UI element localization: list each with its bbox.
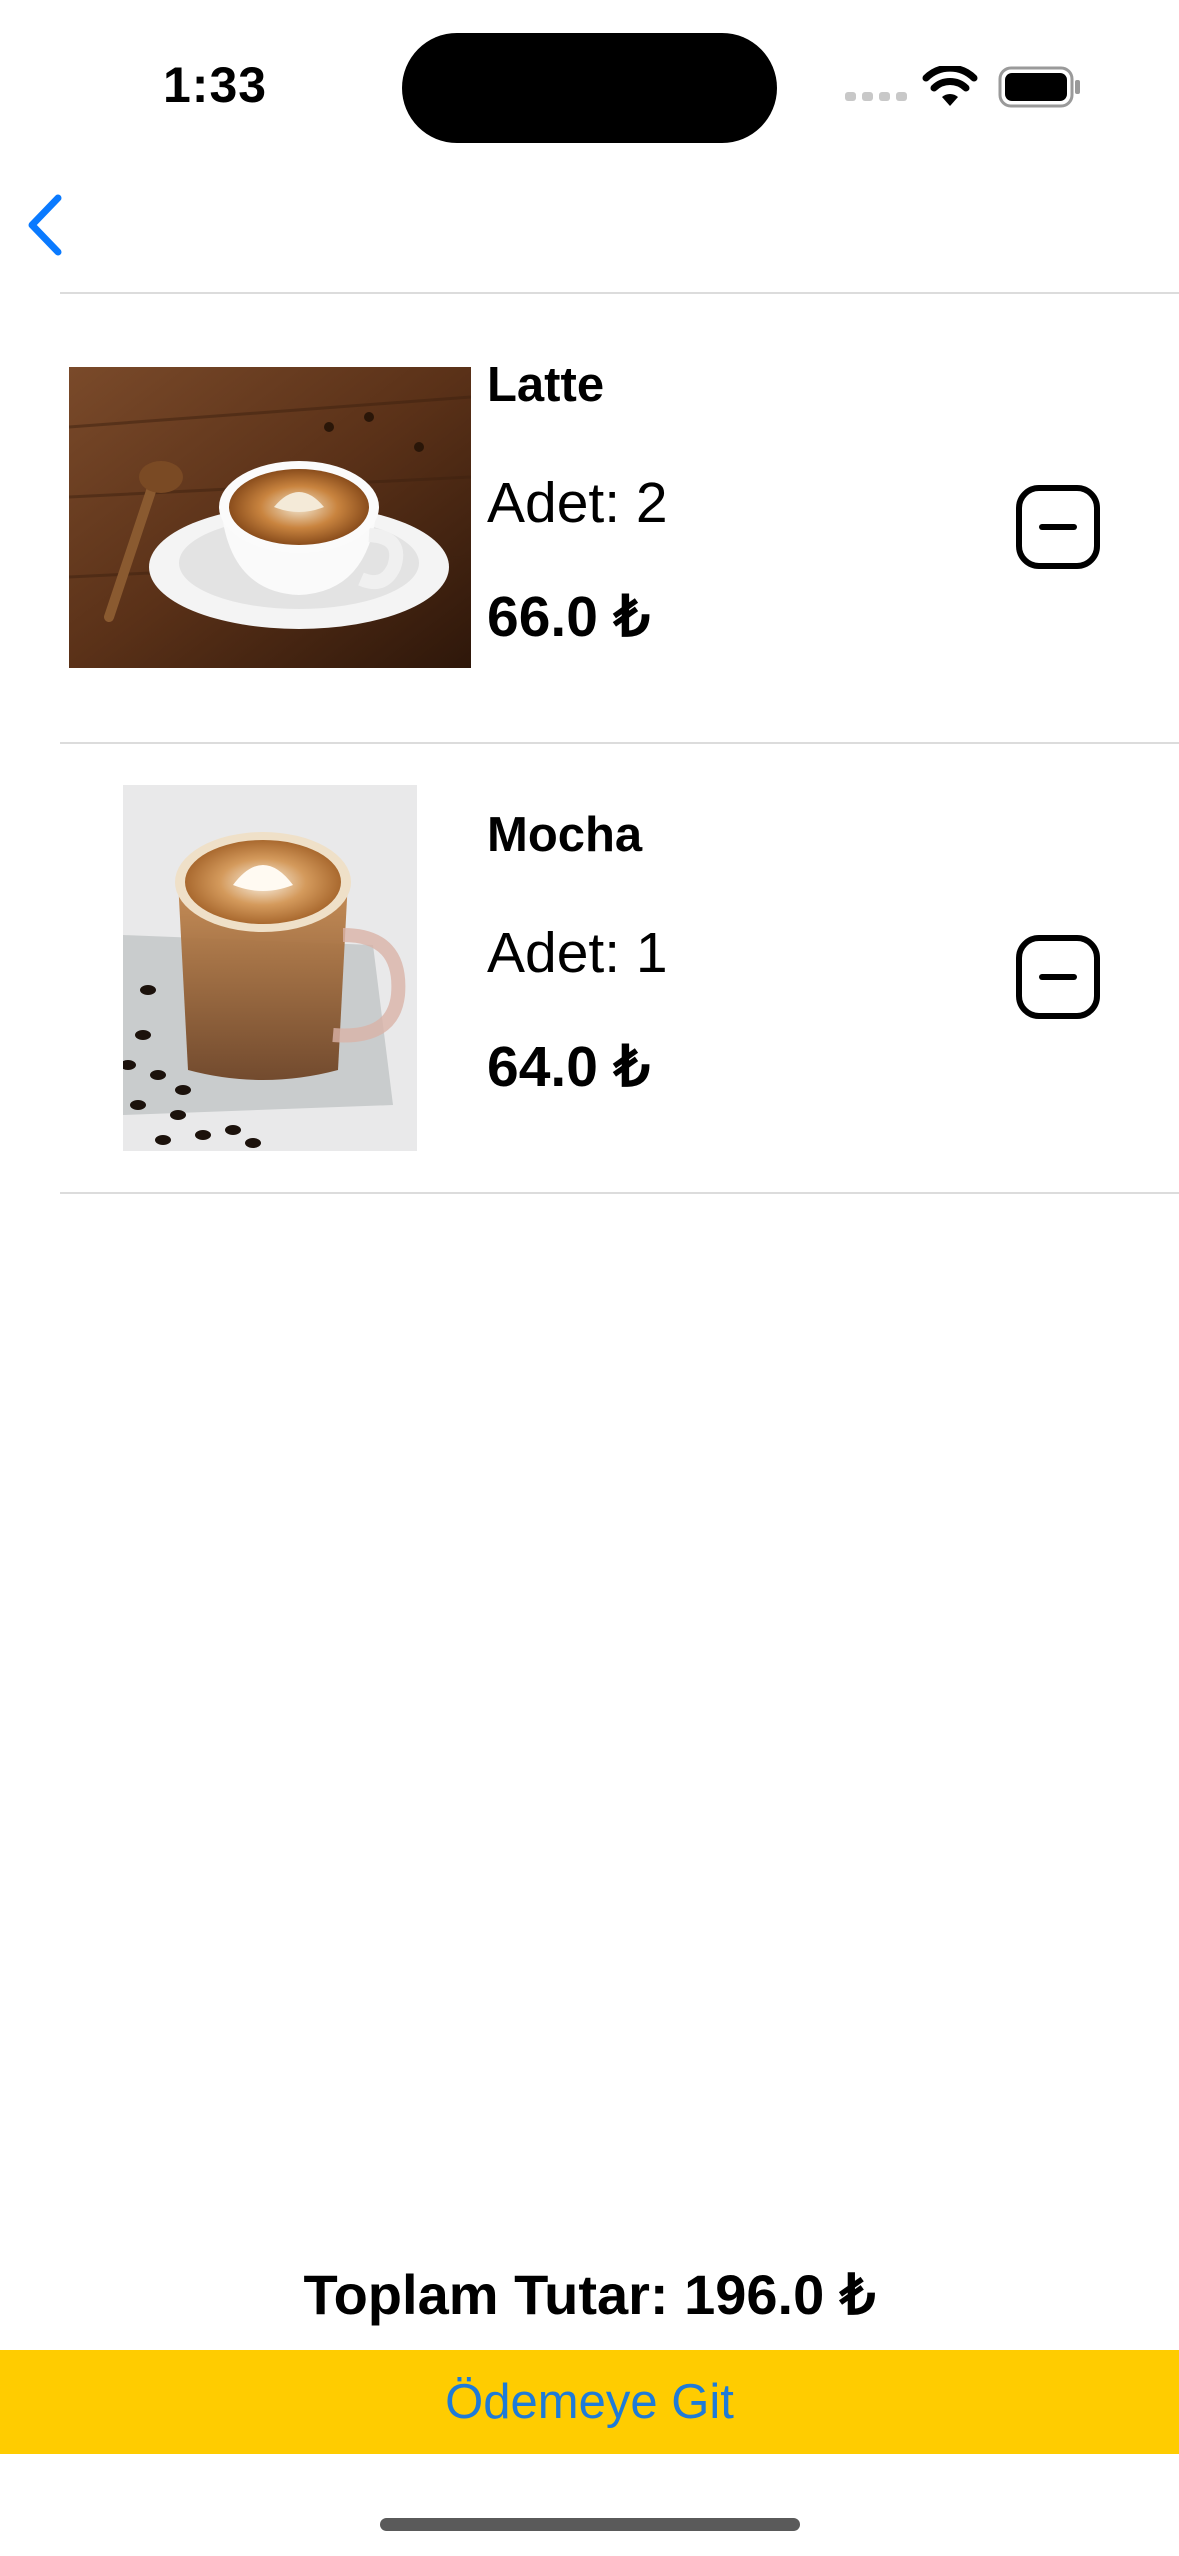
battery-icon bbox=[998, 66, 1080, 108]
item-quantity: Adet: 2 bbox=[487, 471, 668, 535]
minus-square-icon bbox=[1016, 935, 1100, 1019]
item-price: 64.0 ₺ bbox=[487, 1035, 651, 1099]
cell-divider bbox=[60, 1192, 1179, 1194]
item-name: Mocha bbox=[487, 808, 643, 862]
home-indicator[interactable] bbox=[380, 2518, 800, 2531]
cart-item: Latte Adet: 2 66.0 ₺ bbox=[60, 294, 1179, 744]
total-amount: Toplam Tutar: 196.0 ₺ bbox=[303, 2263, 876, 2326]
chevron-left-icon bbox=[28, 194, 62, 256]
item-price: 66.0 ₺ bbox=[487, 585, 651, 649]
minus-square-icon bbox=[1016, 485, 1100, 569]
signal-dots-icon bbox=[845, 92, 907, 101]
dynamic-island bbox=[402, 33, 777, 143]
checkout-button[interactable]: Ödemeye Git bbox=[0, 2350, 1179, 2454]
remove-item-button[interactable] bbox=[1015, 484, 1101, 570]
item-quantity: Adet: 1 bbox=[487, 921, 668, 985]
cart-item: Mocha Adet: 1 64.0 ₺ bbox=[60, 744, 1179, 1194]
remove-item-button[interactable] bbox=[1015, 934, 1101, 1020]
mocha-photo bbox=[123, 785, 417, 1151]
back-button[interactable] bbox=[20, 190, 80, 265]
status-time: 1:33 bbox=[163, 57, 268, 113]
item-name: Latte bbox=[487, 358, 605, 412]
latte-photo bbox=[69, 367, 471, 668]
wifi-icon bbox=[922, 66, 978, 106]
checkout-label: Ödemeye Git bbox=[445, 2375, 734, 2429]
